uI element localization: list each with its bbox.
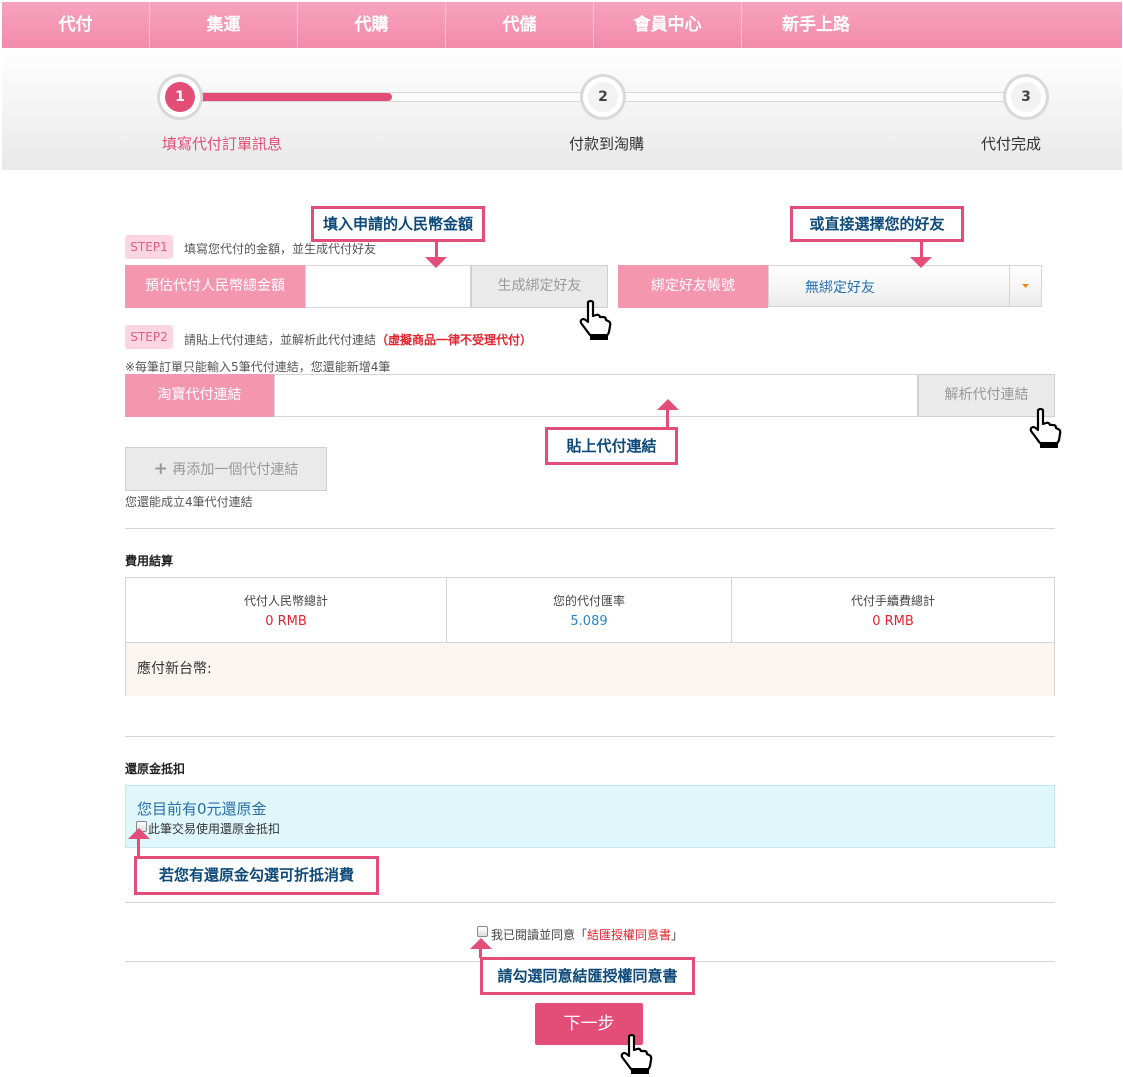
callout-arrow-stem <box>137 839 140 856</box>
arrow-down-icon <box>425 257 447 268</box>
arrow-up-icon <box>657 399 679 410</box>
callout-friend: 或直接選擇您的好友 <box>790 206 964 242</box>
fee-cell-fee-total: 代付手續費總計 0 RMB <box>850 594 935 629</box>
callout-arrow-stem <box>666 410 669 427</box>
step1-badge: STEP1 <box>125 235 173 259</box>
cashback-heading: 還原金抵扣 <box>125 762 186 776</box>
friend-select[interactable]: 無綁定好友 <box>768 265 1042 307</box>
divider <box>125 736 1055 737</box>
top-nav: 代付 集運 代購 代儲 會員中心 新手上路 <box>2 2 1122 48</box>
cashback-amount: 您目前有0元還原金 <box>137 800 267 818</box>
step-label-3: 代付完成 <box>981 135 1042 153</box>
callout-amount: 填入申請的人民幣金額 <box>311 206 485 242</box>
step-circle-3: 3 <box>1006 77 1046 117</box>
arrow-up-icon <box>128 828 150 839</box>
step-label-2: 付款到淘購 <box>569 135 645 153</box>
nav-item-purchase[interactable]: 代購 <box>298 2 446 48</box>
fee-cell-rate: 您的代付匯率 5.089 <box>447 578 732 642</box>
nav-item-payment[interactable]: 代付 <box>2 2 150 48</box>
callout-arrow-stem <box>435 242 438 257</box>
friend-select-value: 無綁定好友 <box>805 280 875 296</box>
callout-arrow-stem <box>920 242 923 257</box>
plus-icon: + <box>153 459 168 479</box>
fee-cell-rmb-total: 代付人民幣總計 0 RMB <box>126 578 447 642</box>
divider <box>125 902 1055 903</box>
add-link-button[interactable]: + 再添加一個代付連結 <box>125 447 327 491</box>
bind-friend-label: 綁定好友帳號 <box>618 265 768 308</box>
divider <box>125 528 1055 529</box>
nav-item-storage[interactable]: 代儲 <box>446 2 594 48</box>
step2-note: ※每筆訂單只能輸入5筆代付連結，您還能新增4筆 <box>125 360 391 374</box>
step2-badge: STEP2 <box>125 325 173 349</box>
step-circle-2: 2 <box>583 77 623 117</box>
step-label-1: 填寫代付訂單訊息 <box>162 135 283 153</box>
step2-warning: （虛擬商品一律不受理代付） <box>376 333 533 347</box>
nav-item-shipping[interactable]: 集運 <box>150 2 298 48</box>
cashback-box: 您目前有0元還原金 <box>125 785 1055 848</box>
arrow-up-icon <box>470 938 492 949</box>
agreement-link[interactable]: 結匯授權同意書 <box>587 928 671 942</box>
chevron-down-icon[interactable] <box>1009 266 1041 306</box>
nav-item-guide[interactable]: 新手上路 <box>742 2 890 48</box>
twd-total: 應付新台幣: <box>126 643 1054 696</box>
hand-cursor-icon <box>1029 407 1062 448</box>
agreement-text: 我已閱讀並同意「結匯授權同意書」 <box>491 928 684 942</box>
taobao-link-input[interactable] <box>274 374 918 417</box>
add-link-note: 您還能成立4筆代付連結 <box>125 495 253 509</box>
nav-item-member[interactable]: 會員中心 <box>594 2 742 48</box>
fees-heading: 費用結算 <box>125 554 174 568</box>
agreement-checkbox[interactable] <box>477 926 488 937</box>
step1-desc: 填寫您代付的金額，並生成代付好友 <box>184 242 377 256</box>
progress-fill <box>182 93 392 101</box>
cashback-checkbox-label: 此筆交易使用還原金抵扣 <box>148 822 281 836</box>
step2-desc: 請貼上代付連結，並解析此代付連結（虛擬商品一律不受理代付） <box>184 333 533 347</box>
callout-agree: 請勾選同意結匯授權同意書 <box>480 957 695 995</box>
arrow-down-icon <box>910 257 932 268</box>
fee-table: 代付人民幣總計 0 RMB 您的代付匯率 5.089 代付手續費總計 0 RMB… <box>125 577 1055 696</box>
callout-cashback: 若您有還原金勾選可折抵消費 <box>134 856 379 895</box>
taobao-link-label: 淘寶代付連結 <box>125 374 274 417</box>
amount-label: 預估代付人民幣總金額 <box>125 265 305 308</box>
callout-paste: 貼上代付連結 <box>545 427 678 465</box>
step-circle-1: 1 <box>160 77 200 117</box>
hand-cursor-icon <box>579 299 612 340</box>
amount-input[interactable] <box>305 265 471 308</box>
hand-cursor-icon <box>620 1033 653 1074</box>
